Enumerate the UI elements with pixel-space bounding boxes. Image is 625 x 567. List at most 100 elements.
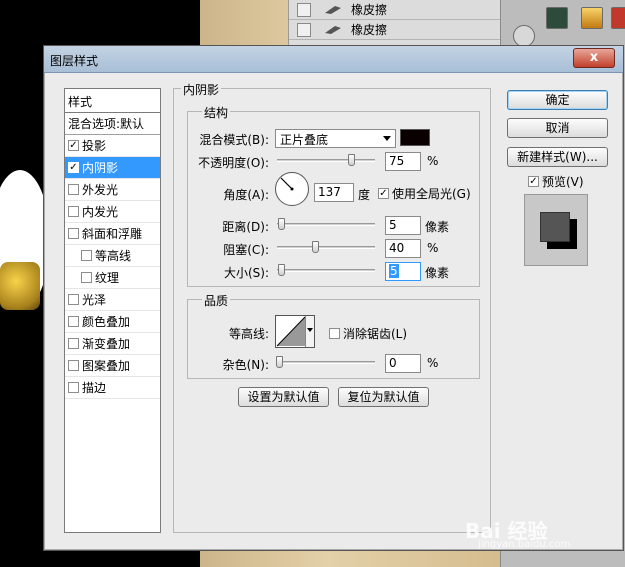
style-list-item[interactable]: 光泽 [65, 289, 160, 311]
noise-slider[interactable] [277, 361, 375, 364]
blend-options-item[interactable]: 混合选项:默认 [65, 113, 160, 135]
contour-picker[interactable] [275, 315, 315, 348]
style-checkbox-icon[interactable] [68, 184, 79, 195]
watermark-url: jingyan.baidu.com [478, 539, 571, 550]
antialias-label: 消除锯齿(L) [343, 327, 408, 341]
style-list-item[interactable]: 内发光 [65, 201, 160, 223]
new-style-button[interactable]: 新建样式(W)... [507, 147, 608, 167]
style-checkbox-icon[interactable]: ✓ [68, 162, 79, 173]
style-checkbox-icon[interactable]: ✓ [68, 140, 79, 151]
angle-input[interactable]: 137 [314, 183, 354, 202]
style-checkbox-icon[interactable] [81, 250, 92, 261]
chevron-down-icon [383, 136, 391, 141]
style-list-item[interactable]: 外发光 [65, 179, 160, 201]
angle-label: 角度(A): [223, 188, 269, 202]
style-item-label: 内阴影 [82, 161, 119, 175]
angle-dial[interactable] [275, 172, 309, 206]
global-light-checkbox[interactable]: ✓ 使用全局光(G) [378, 185, 471, 202]
global-light-label: 使用全局光(G) [392, 187, 471, 201]
noise-label: 杂色(N): [222, 358, 269, 372]
dialog-title: 图层样式 [50, 54, 99, 68]
choke-slider[interactable] [277, 246, 375, 249]
style-checkbox-icon[interactable] [68, 294, 79, 305]
antialias-check-icon [329, 328, 340, 339]
preview-checkbox[interactable]: ✓ 预览(V) [528, 173, 584, 190]
style-item-label: 渐变叠加 [82, 337, 131, 351]
opacity-slider-handle[interactable] [348, 154, 355, 166]
style-list-item[interactable]: 描边 [65, 377, 160, 399]
distance-slider-handle[interactable] [278, 218, 285, 230]
style-item-label: 纹理 [95, 271, 120, 285]
global-light-check-icon: ✓ [378, 187, 389, 199]
style-item-label: 等高线 [95, 249, 132, 263]
layer-style-icon[interactable] [546, 7, 568, 29]
antialias-checkbox[interactable]: 消除锯齿(L) [329, 325, 407, 342]
choke-slider-handle[interactable] [312, 241, 319, 253]
size-slider[interactable] [277, 269, 375, 272]
choke-label: 阻塞(C): [223, 243, 269, 257]
shadow-color-swatch[interactable] [400, 129, 430, 146]
preview-label: 预览(V) [542, 175, 584, 189]
style-checkbox-icon[interactable] [68, 338, 79, 349]
distance-slider[interactable] [277, 223, 375, 226]
contour-icon [276, 316, 306, 347]
size-slider-handle[interactable] [278, 264, 285, 276]
style-list-item[interactable]: ✓ 投影 [65, 135, 160, 157]
layer-style-dialog: 图层样式 x 样式 混合选项:默认 ✓ 投影 ✓ 内阴影 外发光 内发光 斜面和浮雕 等高线纹… [43, 45, 624, 551]
palette-icon[interactable] [513, 25, 535, 47]
choke-unit: % [427, 241, 439, 255]
style-item-label: 颜色叠加 [82, 315, 131, 329]
style-checkbox-icon[interactable] [68, 206, 79, 217]
blend-mode-value: 正片叠底 [280, 133, 329, 147]
layer-row[interactable]: 橡皮擦 [289, 0, 500, 20]
style-preview [524, 194, 588, 266]
style-list-item[interactable]: ✓ 内阴影 [65, 157, 160, 179]
angle-dial-needle-icon [280, 177, 294, 191]
style-list-item[interactable]: 图案叠加 [65, 355, 160, 377]
quality-title: 品质 [202, 292, 231, 309]
style-checkbox-icon[interactable] [68, 228, 79, 239]
style-checkbox-icon[interactable] [68, 316, 79, 327]
opacity-unit: % [427, 154, 439, 168]
reset-default-button[interactable]: 复位为默认值 [338, 387, 429, 407]
layer-name: 橡皮擦 [351, 3, 388, 17]
style-checkbox-icon[interactable] [68, 382, 79, 393]
layer-row[interactable]: 橡皮擦 [289, 20, 500, 40]
style-list-item[interactable]: 斜面和浮雕 [65, 223, 160, 245]
size-input[interactable]: 5 [385, 262, 421, 281]
style-list: 样式 混合选项:默认 ✓ 投影 ✓ 内阴影 外发光 内发光 斜面和浮雕 等高线 纹理 光泽 颜色叠加… [64, 88, 161, 533]
choke-input[interactable]: 40 [385, 239, 421, 258]
noise-input[interactable]: 0 [385, 354, 421, 373]
swatch-icon[interactable] [581, 7, 603, 29]
cancel-button[interactable]: 取消 [507, 118, 608, 138]
ok-button[interactable]: 确定 [507, 90, 608, 110]
style-checkbox-icon[interactable] [68, 360, 79, 371]
color-icon[interactable] [611, 7, 625, 29]
style-checkbox-icon[interactable] [81, 272, 92, 283]
dialog-titlebar[interactable]: 图层样式 x [44, 46, 623, 73]
style-item-label: 图案叠加 [82, 359, 131, 373]
style-item-label: 内发光 [82, 205, 119, 219]
blend-mode-select[interactable]: 正片叠底 [275, 129, 396, 148]
structure-title: 结构 [202, 104, 231, 121]
layer-name: 橡皮擦 [351, 23, 388, 37]
eraser-icon [325, 5, 341, 14]
visibility-toggle[interactable] [297, 22, 311, 37]
make-default-button[interactable]: 设置为默认值 [238, 387, 329, 407]
noise-slider-handle[interactable] [276, 356, 283, 368]
size-unit: 像素 [425, 266, 450, 280]
style-item-label: 描边 [82, 381, 107, 395]
visibility-toggle[interactable] [297, 2, 311, 17]
style-list-item[interactable]: 渐变叠加 [65, 333, 160, 355]
style-list-item[interactable]: 等高线 [65, 245, 160, 267]
style-list-item[interactable]: 颜色叠加 [65, 311, 160, 333]
opacity-label: 不透明度(O): [198, 156, 269, 170]
contour-dropdown-arrow[interactable] [305, 316, 314, 347]
close-button[interactable]: x [573, 48, 615, 68]
distance-input[interactable]: 5 [385, 216, 421, 235]
style-list-item[interactable]: 纹理 [65, 267, 160, 289]
opacity-input[interactable]: 75 [385, 152, 421, 171]
chevron-down-icon [307, 328, 313, 332]
opacity-slider[interactable] [277, 159, 375, 162]
style-list-header[interactable]: 样式 [65, 89, 160, 113]
